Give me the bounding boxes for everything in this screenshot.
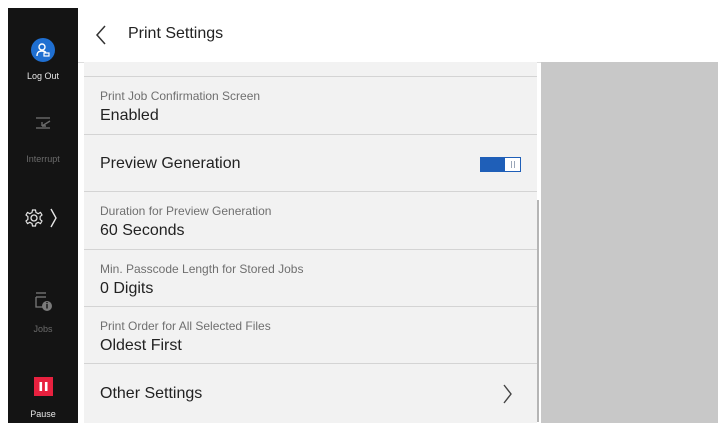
logout-button[interactable] xyxy=(31,38,55,62)
list-item-print-order[interactable]: Print Order for All Selected Files Oldes… xyxy=(84,307,537,364)
interrupt-label: Interrupt xyxy=(26,154,60,164)
setting-label: Preview Generation xyxy=(100,155,241,172)
setting-value: 60 Seconds xyxy=(100,222,185,239)
interrupt-button[interactable] xyxy=(8,111,78,137)
toggle-grip xyxy=(511,161,512,168)
setting-label: Other Settings xyxy=(100,385,203,402)
jobs-icon xyxy=(35,292,52,311)
chevron-left-icon xyxy=(95,25,106,45)
setting-label: Print Order for All Selected Files xyxy=(100,319,271,333)
settings-button[interactable] xyxy=(8,205,78,235)
setting-label: Duration for Preview Generation xyxy=(100,204,272,218)
chevron-right-icon xyxy=(50,208,57,228)
preview-pane xyxy=(541,62,718,423)
list-item-min-passcode[interactable]: Min. Passcode Length for Stored Jobs 0 D… xyxy=(84,250,537,307)
left-sidebar: Log Out Interrupt Jobs Pause xyxy=(8,8,78,423)
header-bar: Print Settings xyxy=(78,8,718,63)
toggle-on-fill xyxy=(481,158,505,171)
pause-icon xyxy=(39,382,48,391)
user-logout-icon xyxy=(36,43,50,57)
pause-label: Pause xyxy=(30,409,56,419)
setting-value: Enabled xyxy=(100,107,159,124)
gear-icon xyxy=(25,208,57,228)
list-item-partial xyxy=(84,62,537,77)
list-item-print-job-confirmation[interactable]: Print Job Confirmation Screen Enabled xyxy=(84,77,537,135)
back-button[interactable] xyxy=(92,23,112,47)
jobs-label: Jobs xyxy=(33,324,53,334)
chevron-right-icon xyxy=(503,384,512,404)
jobs-button[interactable] xyxy=(8,289,78,317)
list-item-preview-generation[interactable]: Preview Generation xyxy=(84,135,537,192)
setting-value: 0 Digits xyxy=(100,280,154,297)
setting-label: Print Job Confirmation Screen xyxy=(100,89,261,103)
preview-generation-toggle[interactable] xyxy=(480,157,521,172)
list-item-other-settings[interactable]: Other Settings xyxy=(84,364,537,423)
setting-label: Min. Passcode Length for Stored Jobs xyxy=(100,262,304,276)
list-item-duration-preview[interactable]: Duration for Preview Generation 60 Secon… xyxy=(84,192,537,250)
pause-button[interactable] xyxy=(34,377,53,396)
logout-label: Log Out xyxy=(26,71,60,81)
page-title: Print Settings xyxy=(128,25,224,42)
scrollbar[interactable] xyxy=(537,200,539,422)
setting-value: Oldest First xyxy=(100,337,182,354)
toggle-grip xyxy=(514,161,515,168)
interrupt-icon xyxy=(36,117,51,129)
settings-list: Print Job Confirmation Screen Enabled Pr… xyxy=(84,62,537,423)
